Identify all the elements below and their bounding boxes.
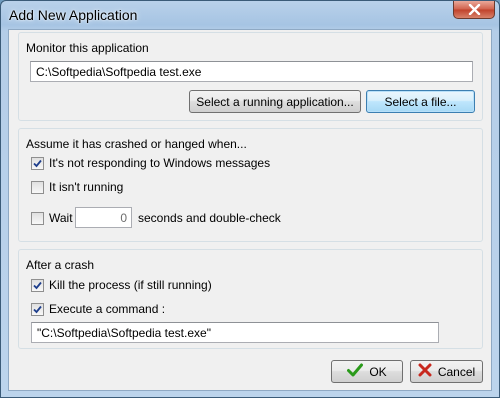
wait-seconds-suffix: seconds and double-check [138,211,281,225]
cancel-button[interactable]: Cancel [410,360,483,383]
checkmark-icon [33,281,42,289]
wait-row[interactable]: Wait [31,211,73,225]
cancel-label: Cancel [437,364,476,379]
dialog-window: Add New Application Monitor this applica… [0,0,500,398]
not-running-row[interactable]: It isn't running [31,180,123,194]
checkmark-icon [33,305,42,313]
not-running-label: It isn't running [49,180,124,194]
title-bar[interactable]: Add New Application [1,1,499,29]
wait-checkbox[interactable] [31,211,44,225]
x-icon [418,363,432,380]
execute-command-checkbox[interactable] [31,302,44,316]
select-file-button[interactable]: Select a file... [366,90,475,113]
wait-label: Wait [49,211,73,225]
check-icon [347,363,364,380]
crash-group-label: Assume it has crashed or hanged when... [26,137,247,151]
after-crash-group: After a crash Kill the process (if still… [18,249,483,349]
select-running-application-button[interactable]: Select a running application... [189,90,361,113]
close-button[interactable] [453,1,495,19]
not-responding-checkbox[interactable] [31,156,44,170]
execute-command-label: Execute a command : [49,302,166,316]
crash-conditions-group: Assume it has crashed or hanged when... … [18,128,483,242]
wait-seconds-field[interactable]: 0 [75,207,132,228]
ok-button[interactable]: OK [331,360,403,383]
select-file-label: Select a file... [384,94,457,109]
kill-process-row[interactable]: Kill the process (if still running) [31,278,212,292]
not-responding-row[interactable]: It's not responding to Windows messages [31,156,270,170]
application-path-field[interactable]: C:\Softpedia\Softpedia test.exe [30,61,473,82]
dialog-client-area: Monitor this application C:\Softpedia\So… [8,29,492,391]
close-icon [468,4,481,15]
window-title: Add New Application [9,7,138,23]
not-running-checkbox[interactable] [31,180,44,194]
checkmark-icon [33,159,42,167]
kill-process-label: Kill the process (if still running) [49,278,212,292]
select-running-application-label: Select a running application... [196,94,354,109]
not-responding-label: It's not responding to Windows messages [49,156,271,170]
execute-command-row[interactable]: Execute a command : [31,302,165,316]
monitor-group-label: Monitor this application [26,41,149,55]
monitor-group: Monitor this application C:\Softpedia\So… [18,32,483,121]
ok-label: OK [369,364,387,379]
kill-process-checkbox[interactable] [31,278,44,292]
after-crash-group-label: After a crash [26,258,95,272]
command-field[interactable]: "C:\Softpedia\Softpedia test.exe" [31,322,439,343]
